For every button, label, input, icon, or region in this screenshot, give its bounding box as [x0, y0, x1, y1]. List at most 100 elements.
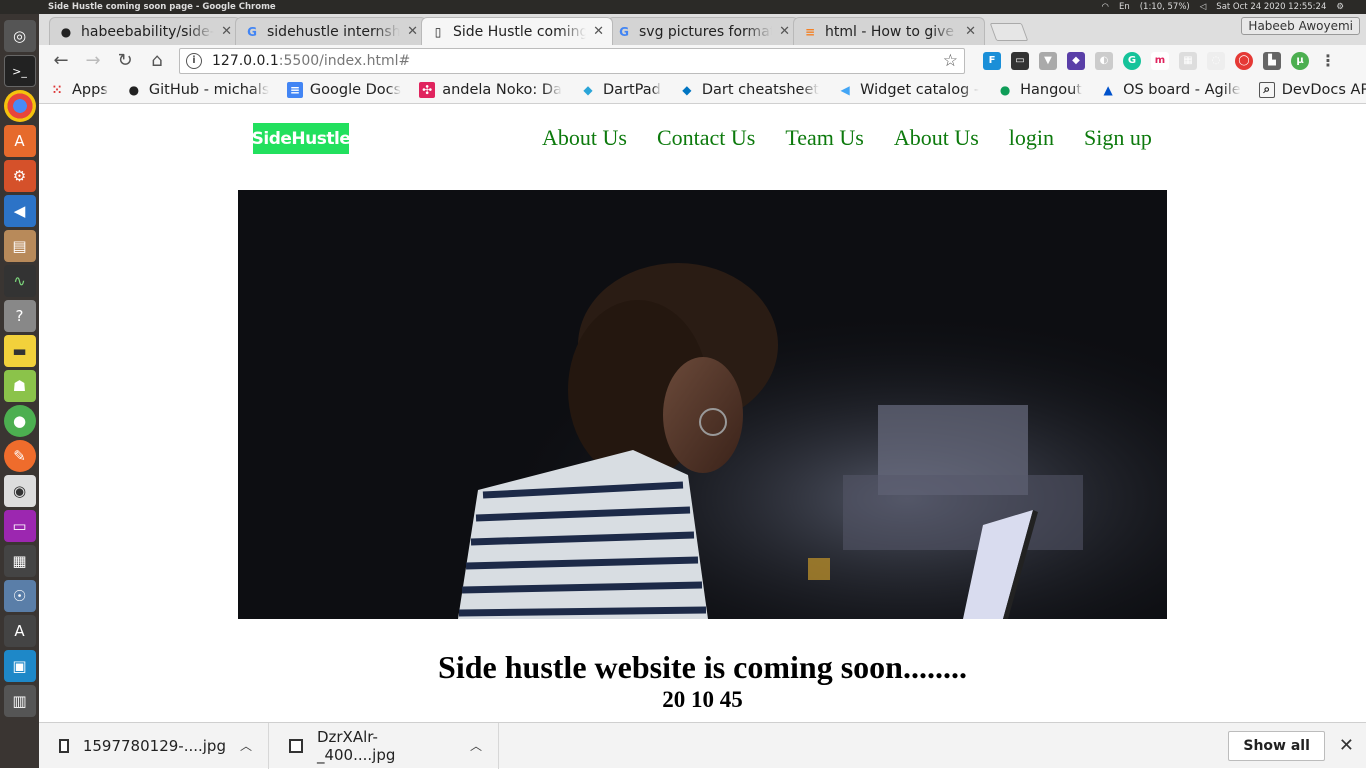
forward-arrow-icon[interactable]: → [79, 48, 107, 74]
media-player-icon[interactable]: ◉ [3, 475, 36, 507]
close-icon[interactable]: ✕ [779, 24, 790, 39]
image-viewer-icon[interactable]: ▣ [3, 650, 36, 682]
adblock-icon[interactable]: ◯ [1235, 51, 1253, 70]
google-docs-icon: ≡ [286, 81, 303, 98]
file-icon [59, 738, 69, 753]
nav-about-us-2[interactable]: About Us [894, 125, 979, 151]
tab-side-hustle[interactable]: ▯ Side Hustle coming ✕ [421, 17, 613, 45]
os-top-panel: Side Hustle coming soon page - Google Ch… [0, 0, 1366, 14]
countdown-timer: 20 10 45 [662, 687, 743, 712]
grammarly-icon[interactable]: G [1123, 51, 1141, 70]
help-icon[interactable]: ? [3, 300, 36, 332]
android-icon[interactable]: ☗ [3, 370, 36, 402]
close-icon[interactable]: ✕ [593, 24, 604, 39]
browser-window: ● habeebability/side- ✕ G sidehustle int… [39, 14, 1366, 769]
bookmark-widget-catalog[interactable]: ◀ Widget catalog - [837, 82, 979, 98]
bookmark-label: DartPad [602, 81, 661, 98]
bookmark-dart-cheatsheet[interactable]: ◆ Dart cheatsheet [679, 82, 819, 98]
chevron-up-icon[interactable]: ︿ [470, 737, 482, 754]
nav-login[interactable]: login [1009, 125, 1054, 151]
close-icon[interactable]: ✕ [1339, 735, 1354, 756]
videos-icon[interactable]: ▭ [3, 510, 36, 542]
bookmark-label: Hangout [1020, 81, 1083, 98]
close-icon[interactable]: ✕ [965, 24, 976, 39]
files-icon[interactable]: ▤ [3, 230, 36, 262]
extension-icon[interactable]: ▙ [1263, 51, 1281, 70]
tab-google-search-2[interactable]: G svg pictures format ✕ [607, 17, 799, 45]
notes-icon[interactable]: ▬ [3, 335, 36, 367]
clock[interactable]: Sat Oct 24 2020 12:55:24 [1216, 0, 1326, 14]
launcher: ◎ >_ A ⚙ ◀ ▤ ∿ ? ▬ ☗ ● ✎ ◉ ▭ ▦ ☉ A ▣ ▥ [0, 14, 39, 768]
bookmark-andela[interactable]: ✣ andela Noko: Da [419, 81, 562, 98]
tab-google-search-1[interactable]: G sidehustle internsh ✕ [235, 17, 427, 45]
extension-icon[interactable]: ▼ [1039, 51, 1057, 70]
software-center-icon[interactable]: A [3, 125, 36, 157]
url-host: 127.0.0.1 [212, 52, 279, 69]
back-arrow-icon[interactable]: ← [47, 48, 75, 74]
vscode-icon[interactable]: ◀ [3, 195, 36, 227]
postgres-icon[interactable]: ☉ [3, 580, 36, 612]
wifi-icon[interactable]: ◠ [1102, 0, 1109, 14]
extension-icon[interactable]: ◌ [1207, 51, 1225, 70]
extension-icon[interactable]: ▭ [1011, 51, 1029, 70]
bookmarks-bar: ⁙ Apps ● GitHub - michals ≡ Google Docs … [39, 76, 1366, 104]
language-indicator[interactable]: En [1119, 0, 1130, 14]
extension-icon[interactable]: μ [1291, 51, 1309, 70]
reload-icon[interactable]: ↻ [111, 48, 139, 74]
updater-icon[interactable]: A [3, 615, 36, 647]
nav-sign-up[interactable]: Sign up [1084, 125, 1152, 151]
settings-icon[interactable]: ⚙ [3, 160, 36, 192]
page-icon: ▯ [434, 24, 442, 39]
chrome-icon[interactable] [3, 90, 36, 122]
site-nav: About Us Contact Us Team Us About Us log… [542, 125, 1152, 151]
power-icon[interactable]: ⚙ [1336, 0, 1344, 14]
bookmark-os-board[interactable]: ▲ OS board - Agile [1100, 82, 1240, 98]
bookmark-label: GitHub - michals [148, 81, 269, 98]
show-all-button[interactable]: Show all [1228, 730, 1325, 761]
tab-stackoverflow[interactable]: ≡ html - How to give t ✕ [793, 17, 985, 45]
tab-github[interactable]: ● habeebability/side- ✕ [49, 17, 241, 45]
new-tab-button[interactable] [989, 23, 1029, 41]
battery-indicator[interactable]: (1:10, 57%) [1140, 0, 1190, 14]
extension-icon[interactable]: m [1151, 51, 1169, 70]
extension-icon[interactable]: ◆ [1067, 51, 1085, 70]
download-filename: DzrXAlr-_400....jpg [316, 727, 396, 764]
nav-contact-us[interactable]: Contact Us [657, 125, 755, 151]
bookmark-devdocs[interactable]: ⌕ DevDocs API Do [1258, 81, 1366, 98]
site-info-icon[interactable]: i [186, 52, 202, 69]
site-logo[interactable]: SideHustle [252, 123, 351, 154]
tab-title: habeebability/side- [81, 23, 215, 40]
download-item[interactable]: DzrXAlr-_400....jpg ︿ [269, 722, 499, 769]
bookmark-dartpad[interactable]: ◆ DartPad [580, 82, 661, 98]
video-editor-icon[interactable]: ▦ [3, 545, 36, 577]
extension-icon[interactable]: ◐ [1095, 51, 1113, 70]
close-icon[interactable]: ✕ [221, 24, 232, 39]
home-icon[interactable]: ⌂ [143, 48, 171, 74]
trash-icon[interactable]: ▥ [3, 685, 36, 717]
bookmark-github[interactable]: ● GitHub - michals [126, 82, 269, 98]
extension-icon[interactable]: F [983, 51, 1001, 70]
nav-team-us[interactable]: Team Us [785, 125, 864, 151]
extension-icon[interactable]: ▦ [1179, 51, 1197, 70]
google-icon: G [247, 24, 257, 39]
chevron-up-icon[interactable]: ︿ [240, 737, 252, 754]
bookmark-hangout[interactable]: ● Hangout [997, 82, 1082, 98]
nav-about-us[interactable]: About Us [542, 125, 627, 151]
hangouts-icon: ● [999, 82, 1011, 97]
address-bar[interactable]: i 127.0.0.1 :5500/index.html# ☆ [179, 47, 965, 74]
dart-icon: ◆ [682, 82, 692, 97]
android-studio-icon[interactable]: ● [3, 405, 36, 437]
profile-button[interactable]: Habeeb Awoyemi [1241, 17, 1360, 35]
download-item[interactable]: 1597780129-....jpg ︿ [39, 722, 269, 769]
volume-icon[interactable]: ◁ [1200, 0, 1207, 14]
dash-icon[interactable]: ◎ [3, 20, 36, 52]
bookmark-star-icon[interactable]: ☆ [943, 51, 958, 71]
terminal-icon[interactable]: >_ [3, 55, 36, 87]
close-icon[interactable]: ✕ [407, 24, 418, 39]
bookmark-apps[interactable]: ⁙ Apps [49, 82, 108, 98]
bookmark-google-docs[interactable]: ≡ Google Docs [286, 81, 402, 98]
bookmark-label: Google Docs [309, 81, 402, 98]
postman-icon[interactable]: ✎ [3, 440, 36, 472]
system-monitor-icon[interactable]: ∿ [3, 265, 36, 297]
menu-icon[interactable]: ⋮ [1319, 51, 1337, 70]
